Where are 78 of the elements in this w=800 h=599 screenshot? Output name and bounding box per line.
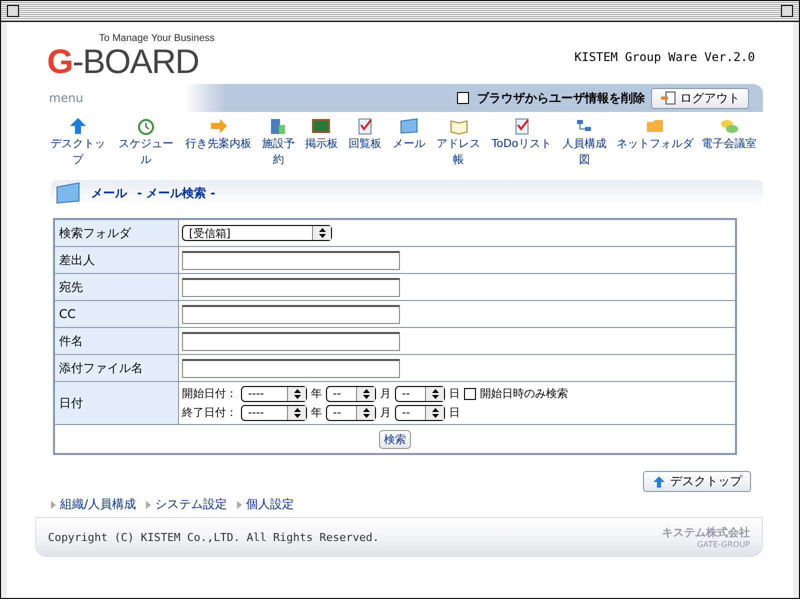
spinner-arrows-icon	[294, 408, 300, 418]
input-field[interactable]	[182, 278, 400, 296]
input-field[interactable]	[182, 358, 400, 378]
input-field[interactable]	[182, 250, 400, 270]
footer-link[interactable]: システム設定	[155, 496, 228, 513]
nav-link[interactable]: 施設予約	[260, 136, 296, 168]
triangle-icon	[51, 500, 56, 508]
field-label: 差出人	[55, 247, 179, 274]
spinner-arrows-icon	[294, 388, 300, 398]
unit-label: 日	[449, 386, 460, 401]
checkbox[interactable]	[464, 388, 476, 400]
spinner-arrows-icon	[432, 388, 438, 398]
unit-label: 月	[380, 405, 391, 420]
nav-link[interactable]: メール	[392, 136, 426, 152]
logout-icon	[660, 91, 676, 105]
nav-link[interactable]: 回覧板	[348, 136, 382, 152]
group-name: GATE-GROUP	[697, 540, 750, 549]
page-title: メール	[91, 184, 127, 202]
window-zoom-box[interactable]	[781, 5, 793, 17]
day-select[interactable]: --	[395, 404, 445, 420]
up-arrow-icon	[652, 474, 666, 488]
envelope-icon	[55, 181, 81, 205]
unit-label: 年	[311, 386, 322, 401]
logo: G-BOARD	[47, 44, 200, 80]
month-select[interactable]: --	[326, 386, 376, 402]
nav-link[interactable]: ToDoリスト	[492, 136, 552, 152]
spinner-arrows-icon	[362, 408, 370, 418]
unit-label: 日	[449, 405, 460, 420]
search-button[interactable]: 検索	[379, 430, 411, 448]
nav-link[interactable]: 行き先案内板	[186, 136, 252, 152]
field-label: 検索フォルダ	[55, 220, 179, 247]
field-label: 添付ファイル名	[55, 355, 179, 382]
spinner-arrows-icon	[432, 408, 438, 418]
company-name: キステム株式会社	[662, 525, 750, 540]
copyright: Copyright (C) KISTEM Co.,LTD. All Rights Reserved.	[48, 530, 380, 544]
desktop-button[interactable]: デスクトップ	[643, 471, 751, 492]
version-label: KISTEM Group Ware Ver.2.0	[574, 50, 755, 64]
alarm-clock-icon	[136, 116, 156, 136]
logout-button[interactable]: ログアウト	[651, 88, 749, 108]
triangle-icon	[146, 500, 152, 508]
footer-link[interactable]: 組織/人員構成	[60, 496, 136, 513]
envelope-icon	[398, 116, 419, 136]
checkbox[interactable]	[457, 92, 469, 104]
triangle-icon	[237, 500, 242, 508]
unit-label: 年	[311, 405, 322, 420]
nav-link[interactable]: デスクトップ	[47, 136, 109, 168]
checkbox-label: ブラウザからユーザ情報を削除	[477, 90, 645, 106]
field-label: 日付	[55, 382, 179, 425]
date-label: 開始日付：	[182, 386, 237, 401]
spinner-arrows-icon	[362, 388, 370, 398]
nav-link[interactable]: スケジュール	[114, 136, 177, 168]
footer-link[interactable]: 個人設定	[246, 496, 294, 513]
field-label: 宛先	[55, 274, 179, 301]
field-label: 件名	[55, 328, 179, 355]
nav-link[interactable]: ネットフォルダ	[616, 136, 694, 152]
checkbox-label: 開始日時のみ検索	[480, 386, 568, 401]
spinner-arrows-icon	[318, 228, 326, 238]
window-close-box[interactable]	[7, 5, 19, 17]
input-field[interactable]	[182, 332, 400, 350]
right-arrow-icon	[208, 116, 229, 136]
nav-link[interactable]: 人員構成図	[559, 136, 610, 168]
year-select[interactable]: ----	[241, 404, 307, 420]
unit-label: 月	[380, 386, 391, 401]
page-subtitle: - メール検索 -	[137, 184, 216, 202]
logo-tagline: To Manage Your Business	[99, 33, 215, 44]
chalkboard-icon	[311, 116, 332, 136]
folder-select[interactable]: [受信箱]	[182, 225, 332, 241]
input-field[interactable]	[182, 304, 400, 324]
nav-link[interactable]: 掲示板	[304, 136, 338, 152]
up-arrow-icon	[68, 116, 88, 136]
menu-label: menu	[49, 91, 84, 105]
day-select[interactable]: --	[395, 386, 445, 402]
nav-link[interactable]: 電子会議室	[701, 136, 756, 152]
field-label: CC	[55, 301, 179, 328]
nav-link[interactable]: アドレス帳	[434, 136, 484, 168]
year-select[interactable]: ----	[241, 386, 307, 402]
date-label: 終了日付：	[182, 405, 237, 420]
month-select[interactable]: --	[326, 404, 376, 420]
